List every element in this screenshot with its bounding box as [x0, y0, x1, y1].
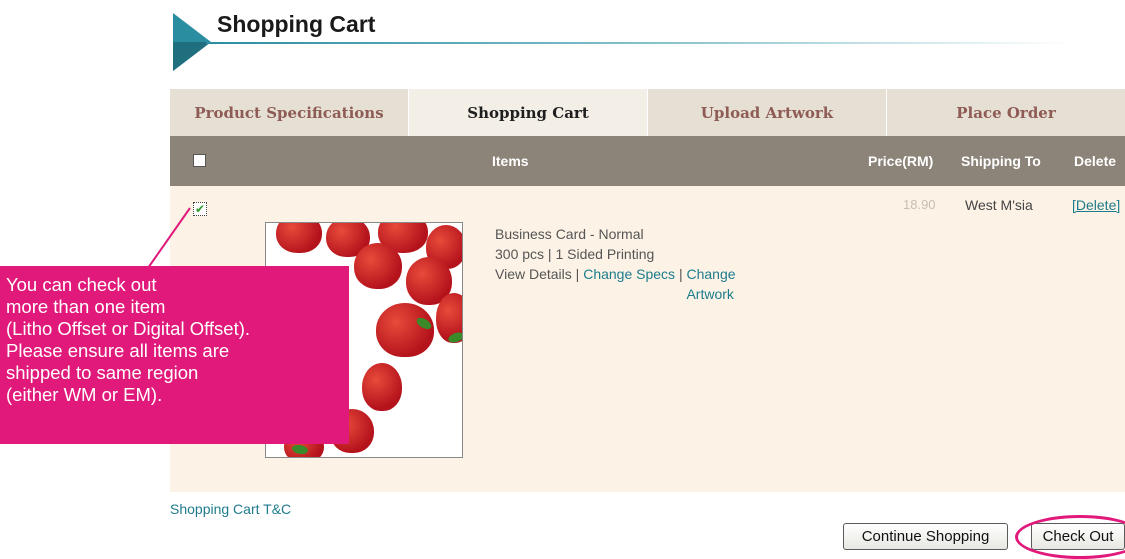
page-title: Shopping Cart: [217, 11, 376, 37]
column-items: Items: [492, 153, 529, 169]
column-price: Price(RM): [868, 153, 934, 169]
callout-line: Please ensure all items are: [6, 340, 230, 361]
continue-shopping-button[interactable]: Continue Shopping: [843, 523, 1008, 550]
callout-note: You can check out more than one item (Li…: [0, 266, 349, 444]
item-checkbox[interactable]: ✔: [193, 202, 207, 216]
step-upload-artwork[interactable]: Upload Artwork: [648, 89, 887, 136]
column-shipping-to: Shipping To: [961, 153, 1041, 169]
item-shipping-to: West M'sia: [965, 197, 1033, 213]
step-product-specifications[interactable]: Product Specifications: [170, 89, 409, 136]
callout-line: (Litho Offset or Digital Offset).: [6, 318, 251, 339]
change-specs-link[interactable]: Change Specs: [583, 266, 675, 282]
select-all-checkbox[interactable]: [193, 154, 206, 167]
callout-line: You can check out: [6, 274, 157, 295]
check-out-button[interactable]: Check Out: [1031, 523, 1125, 550]
checkmark-icon: ✔: [194, 202, 206, 216]
callout-line: shipped to same region: [6, 362, 199, 383]
product-name: Business Card - Normal: [495, 226, 644, 242]
view-details-link[interactable]: View Details: [495, 266, 572, 282]
callout-line: more than one item: [6, 296, 166, 317]
step-shopping-cart[interactable]: Shopping Cart: [409, 89, 648, 136]
title-underline: [206, 42, 1071, 44]
link-separator: |: [678, 266, 683, 282]
checkout-steps: Product Specifications Shopping Cart Upl…: [170, 89, 1125, 136]
step-place-order[interactable]: Place Order: [887, 89, 1125, 136]
product-spec: 300 pcs | 1 Sided Printing: [495, 246, 655, 262]
item-description: Business Card - Normal 300 pcs | 1 Sided…: [495, 224, 778, 304]
item-price: 18.90: [903, 197, 936, 212]
delete-item-link[interactable]: [Delete]: [1072, 197, 1120, 213]
cart-table-header: Items Price(RM) Shipping To Delete: [170, 136, 1125, 186]
title-triangle-shade: [173, 42, 211, 71]
column-delete: Delete: [1074, 153, 1117, 169]
callout-line: (either WM or EM).: [6, 384, 163, 405]
change-artwork-link[interactable]: Change Artwork: [686, 264, 778, 304]
terms-link[interactable]: Shopping Cart T&C: [170, 501, 291, 517]
link-separator: |: [575, 266, 580, 282]
